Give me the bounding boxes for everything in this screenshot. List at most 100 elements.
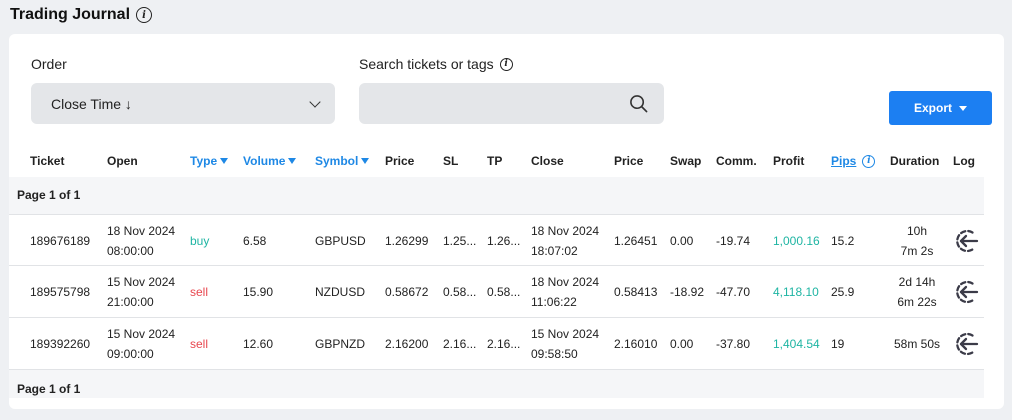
cell-close: 15 Nov 2024 09:58:50 <box>531 318 599 370</box>
cell-duration: 2d 14h 6m 22s <box>877 266 957 318</box>
search-field[interactable] <box>359 83 664 124</box>
table-row[interactable]: 189676189 18 Nov 2024 08:00:00 buy 6.58 … <box>9 214 984 266</box>
cell-swap: 0.00 <box>670 234 694 248</box>
journal-card: Order Close Time ↓ Search tickets or tag… <box>9 34 1004 409</box>
cell-volume: 15.90 <box>243 285 274 299</box>
cell-price-close: 1.26451 <box>614 234 658 248</box>
close-time: 18:07:02 <box>531 244 578 258</box>
log-return-icon[interactable] <box>952 227 980 255</box>
cell-open: 18 Nov 2024 08:00:00 <box>107 215 175 267</box>
cell-swap: 0.00 <box>670 337 694 351</box>
cell-pips: 25.9 <box>831 285 855 299</box>
log-return-icon[interactable] <box>952 278 980 306</box>
caret-down-icon <box>959 105 967 111</box>
cell-ticket: 189392260 <box>30 337 91 351</box>
export-button[interactable]: Export <box>889 91 992 125</box>
pager-bottom: Page 1 of 1 <box>17 382 81 396</box>
close-date: 15 Nov 2024 <box>531 327 600 341</box>
pager-top: Page 1 of 1 <box>17 188 81 202</box>
cell-close: 18 Nov 2024 18:07:02 <box>531 215 599 267</box>
cell-close: 18 Nov 2024 11:06:22 <box>531 266 599 318</box>
open-time: 08:00:00 <box>107 244 154 258</box>
cell-comm: -47.70 <box>716 285 751 299</box>
sort-caret-icon <box>220 158 229 164</box>
page-title: Trading Journal i <box>10 6 153 24</box>
search-info-icon[interactable]: i <box>499 57 513 71</box>
cell-type: buy <box>190 234 210 248</box>
open-date: 18 Nov 2024 <box>107 224 176 238</box>
cell-profit: 1,404.54 <box>773 337 820 351</box>
cell-ticket: 189676189 <box>30 234 91 248</box>
cell-symbol: GBPUSD <box>315 234 366 248</box>
search-icon[interactable] <box>629 94 648 113</box>
cell-price-close: 2.16010 <box>614 337 658 351</box>
search-label: Search tickets or tags i <box>359 56 513 72</box>
col-duration: Duration <box>890 154 940 168</box>
cell-profit: 1,000.16 <box>773 234 820 248</box>
cell-symbol: GBPNZD <box>315 337 366 351</box>
cell-volume: 12.60 <box>243 337 274 351</box>
chevron-down-icon <box>309 95 321 108</box>
col-volume-sort[interactable]: Volume <box>243 154 297 168</box>
cell-comm: -19.74 <box>716 234 751 248</box>
cell-duration: 58m 50s <box>877 318 957 370</box>
search-input[interactable] <box>359 83 619 124</box>
order-label-text: Order <box>31 56 67 72</box>
col-open: Open <box>107 154 138 168</box>
col-swap: Swap <box>670 154 702 168</box>
col-price-open: Price <box>385 154 415 168</box>
col-log: Log <box>953 154 975 168</box>
cell-price-open: 1.26299 <box>385 234 429 248</box>
duration-line-1: 58m 50s <box>893 337 941 351</box>
open-date: 15 Nov 2024 <box>107 327 176 341</box>
duration-line-1: 2d 14h <box>898 275 936 289</box>
cell-tp: 0.58... <box>487 285 521 299</box>
col-pips-link[interactable]: Pips i <box>831 154 876 168</box>
close-time: 11:06:22 <box>531 295 577 309</box>
cell-type: sell <box>190 285 209 299</box>
col-comm: Comm. <box>716 154 757 168</box>
cell-profit: 4,118.10 <box>773 285 819 299</box>
cell-open: 15 Nov 2024 09:00:00 <box>107 318 175 370</box>
col-tp: TP <box>487 154 503 168</box>
table-row[interactable]: 189575798 15 Nov 2024 21:00:00 sell 15.9… <box>9 266 984 318</box>
col-sl: SL <box>443 154 459 168</box>
col-profit: Profit <box>773 154 805 168</box>
order-select-value: Close Time ↓ <box>51 95 132 112</box>
cell-log <box>952 215 980 267</box>
close-date: 18 Nov 2024 <box>531 275 600 289</box>
cell-log <box>952 318 980 370</box>
cell-price-open: 2.16200 <box>385 337 429 351</box>
open-time: 21:00:00 <box>107 295 154 309</box>
cell-price-open: 0.58672 <box>385 285 429 299</box>
table-body: Page 1 of 1 189676189 18 Nov 2024 08:00:… <box>9 177 984 398</box>
close-time: 09:58:50 <box>531 347 578 361</box>
cell-sl: 1.25... <box>443 234 477 248</box>
cell-price-close: 0.58413 <box>614 285 658 299</box>
search-label-text: Search tickets or tags <box>359 56 494 72</box>
info-icon[interactable]: i <box>136 7 153 23</box>
cell-sl: 2.16... <box>443 337 477 351</box>
order-select[interactable]: Close Time ↓ <box>31 83 335 124</box>
cell-duration: 10h 7m 2s <box>877 215 957 267</box>
open-date: 15 Nov 2024 <box>107 275 176 289</box>
duration-line-1: 10h <box>906 224 928 238</box>
cell-ticket: 189575798 <box>30 285 91 299</box>
col-type-sort[interactable]: Type <box>190 154 229 168</box>
close-date: 18 Nov 2024 <box>531 224 600 238</box>
col-price-close: Price <box>614 154 644 168</box>
duration-line-2: 7m 2s <box>900 244 934 258</box>
table-row[interactable]: 189392260 15 Nov 2024 09:00:00 sell 12.6… <box>9 318 984 370</box>
cell-tp: 2.16... <box>487 337 521 351</box>
cell-type: sell <box>190 337 209 351</box>
duration-line-2: 6m 22s <box>897 295 937 309</box>
col-ticket: Ticket <box>30 154 65 168</box>
cell-tp: 1.26... <box>487 234 521 248</box>
log-return-icon[interactable] <box>952 330 980 358</box>
col-close: Close <box>531 154 564 168</box>
pips-info-icon[interactable]: i <box>862 154 876 168</box>
cell-swap: -18.92 <box>670 285 705 299</box>
col-symbol-sort[interactable]: Symbol <box>315 154 370 168</box>
export-button-label: Export <box>913 101 952 115</box>
cell-pips: 15.2 <box>831 234 855 248</box>
